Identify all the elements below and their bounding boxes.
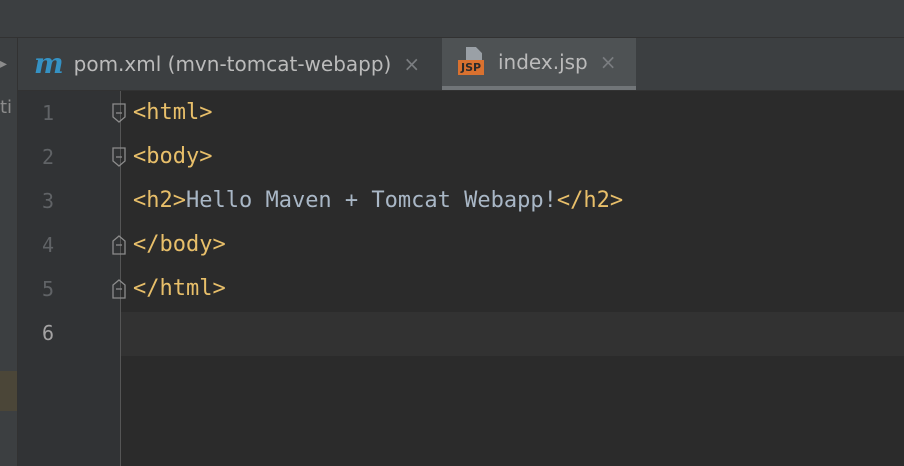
html-tag-token: </h2>: [556, 188, 624, 213]
code-line[interactable]: <html>: [133, 91, 212, 135]
project-panel-fragment: ti: [0, 97, 13, 118]
fold-marker-icon[interactable]: [111, 103, 127, 123]
code-editor[interactable]: 1 <html> 2 <body> 3 <h2>Hello Maven + Tomcat …: [18, 91, 904, 466]
current-line-highlight: [121, 312, 904, 356]
title-bar: [0, 0, 904, 38]
line-number: 4: [41, 233, 54, 257]
selected-row-highlight: [0, 371, 17, 411]
tab-pom-xml[interactable]: m pom.xml (mvn-tomcat-webapp) ×: [18, 38, 442, 90]
code-line[interactable]: <body>: [133, 135, 212, 179]
code-line[interactable]: <h2>Hello Maven + Tomcat Webapp!</h2>: [133, 179, 623, 223]
tab-index-jsp[interactable]: JSP index.jsp ×: [442, 38, 636, 90]
tab-label: index.jsp: [498, 50, 588, 74]
fold-marker-icon[interactable]: [111, 147, 127, 167]
html-tag-token: </html>: [133, 276, 226, 301]
code-line[interactable]: </html>: [133, 267, 226, 311]
project-tool-window-strip[interactable]: ▸ ti: [0, 38, 18, 466]
line-number: 3: [41, 189, 54, 213]
html-tag-token: <body>: [133, 144, 213, 169]
jsp-badge: JSP: [458, 60, 485, 75]
line-number: 6: [41, 321, 54, 345]
fold-marker-icon[interactable]: [111, 235, 127, 255]
text-token: Hello Maven + Tomcat Webapp!: [185, 188, 557, 213]
code-line[interactable]: </body>: [133, 223, 226, 267]
fold-marker-icon[interactable]: [111, 279, 127, 299]
close-icon[interactable]: ×: [403, 54, 420, 74]
jsp-file-icon: JSP: [458, 47, 488, 77]
html-tag-token: <h2>: [133, 188, 186, 213]
expand-arrow-icon[interactable]: ▸: [0, 57, 7, 71]
line-number: 1: [41, 101, 54, 125]
maven-icon: m: [34, 47, 64, 80]
line-number: 2: [41, 145, 54, 169]
close-icon[interactable]: ×: [600, 52, 617, 72]
html-tag-token: </body>: [133, 232, 226, 257]
line-number: 5: [41, 277, 54, 301]
editor-tab-bar: m pom.xml (mvn-tomcat-webapp) × JSP inde…: [18, 38, 904, 91]
html-tag-token: <html>: [133, 100, 213, 125]
tab-label: pom.xml (mvn-tomcat-webapp): [73, 52, 392, 76]
